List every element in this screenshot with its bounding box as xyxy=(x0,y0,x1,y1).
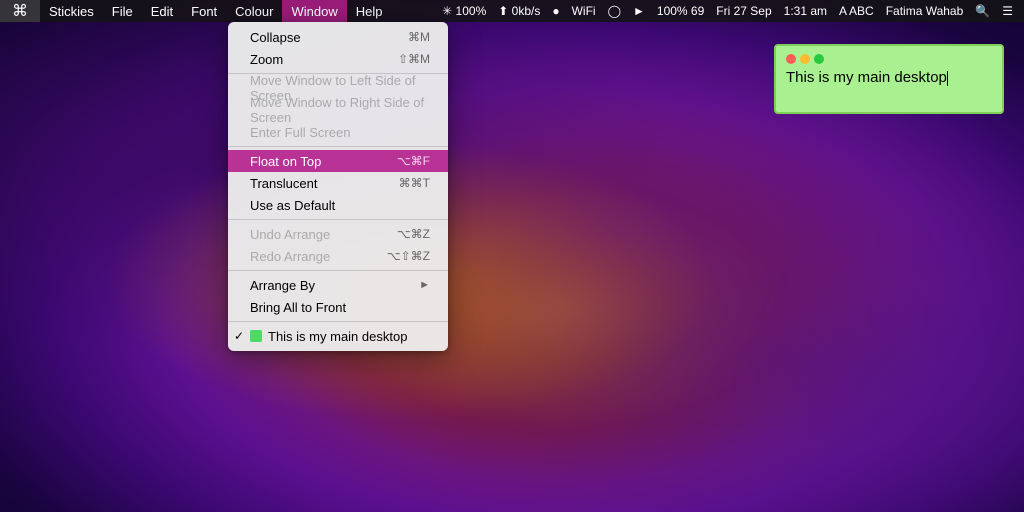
menu-arrange-by[interactable]: Arrange By ► xyxy=(228,274,448,296)
menu-bring-all-front[interactable]: Bring All to Front xyxy=(228,296,448,318)
apple-menu[interactable]: ⌘ xyxy=(0,0,40,22)
text-cursor xyxy=(947,71,948,86)
input-method-item[interactable]: A ABC xyxy=(834,0,879,22)
menu-collapse[interactable]: Collapse ⌘M xyxy=(228,26,448,48)
zoom-button[interactable] xyxy=(814,54,824,64)
menubar-edit[interactable]: Edit xyxy=(142,0,182,22)
menubar-right: ✳ 100% ⬆ 0kb/s ● WiFi ◯ ► 100% 69 Fri 27… xyxy=(437,0,1024,22)
separator-2 xyxy=(228,146,448,147)
menubar-left: ⌘ Stickies File Edit Font Colour Window … xyxy=(0,0,391,22)
menubar-window[interactable]: Window xyxy=(282,0,346,22)
menu-main-desktop[interactable]: ✓ This is my main desktop xyxy=(228,325,448,347)
menu-undo-arrange: Undo Arrange ⌥⌘Z xyxy=(228,223,448,245)
network-item: ⬆ 0kb/s xyxy=(493,0,545,22)
sticky-titlebar xyxy=(786,54,992,64)
wifi-item[interactable]: WiFi xyxy=(567,0,601,22)
volume-item[interactable]: ► xyxy=(628,0,650,22)
menu-use-as-default[interactable]: Use as Default xyxy=(228,194,448,216)
sticky-note-text[interactable]: This is my main desktop xyxy=(786,68,992,88)
separator-3 xyxy=(228,219,448,220)
search-icon[interactable]: 🔍 xyxy=(970,0,995,22)
menu-extras-icon[interactable]: ☰ xyxy=(997,0,1018,22)
menubar-colour[interactable]: Colour xyxy=(226,0,282,22)
green-dot-icon xyxy=(250,330,262,342)
menubar-stickies[interactable]: Stickies xyxy=(40,0,103,22)
menubar-file[interactable]: File xyxy=(103,0,142,22)
menu-redo-arrange: Redo Arrange ⌥⇧⌘Z xyxy=(228,245,448,267)
checkmark-icon: ✓ xyxy=(234,329,244,343)
notification-item[interactable]: ◯ xyxy=(603,0,626,22)
separator-4 xyxy=(228,270,448,271)
menu-fullscreen: Enter Full Screen xyxy=(228,121,448,143)
menubar: ⌘ Stickies File Edit Font Colour Window … xyxy=(0,0,1024,22)
minimize-button[interactable] xyxy=(800,54,810,64)
brightness-item: ✳ 100% xyxy=(437,0,491,22)
menu-float-on-top[interactable]: Float on Top ⌥⌘F xyxy=(228,150,448,172)
time-item: 1:31 am xyxy=(779,0,832,22)
sticky-note: This is my main desktop xyxy=(774,44,1004,114)
window-menu-dropdown: Collapse ⌘M Zoom ⇧⌘M Move Window to Left… xyxy=(228,22,448,351)
menu-move-right: Move Window to Right Side of Screen xyxy=(228,99,448,121)
menubar-help[interactable]: Help xyxy=(347,0,392,22)
menubar-font[interactable]: Font xyxy=(182,0,226,22)
close-button[interactable] xyxy=(786,54,796,64)
separator-5 xyxy=(228,321,448,322)
bluetooth-item[interactable]: ● xyxy=(547,0,564,22)
date-item: Fri 27 Sep xyxy=(711,0,776,22)
username-item: Fatima Wahab xyxy=(881,0,969,22)
menu-zoom[interactable]: Zoom ⇧⌘M xyxy=(228,48,448,70)
menu-translucent[interactable]: Translucent ⌘⌘T xyxy=(228,172,448,194)
battery-item: 100% 69 xyxy=(652,0,709,22)
